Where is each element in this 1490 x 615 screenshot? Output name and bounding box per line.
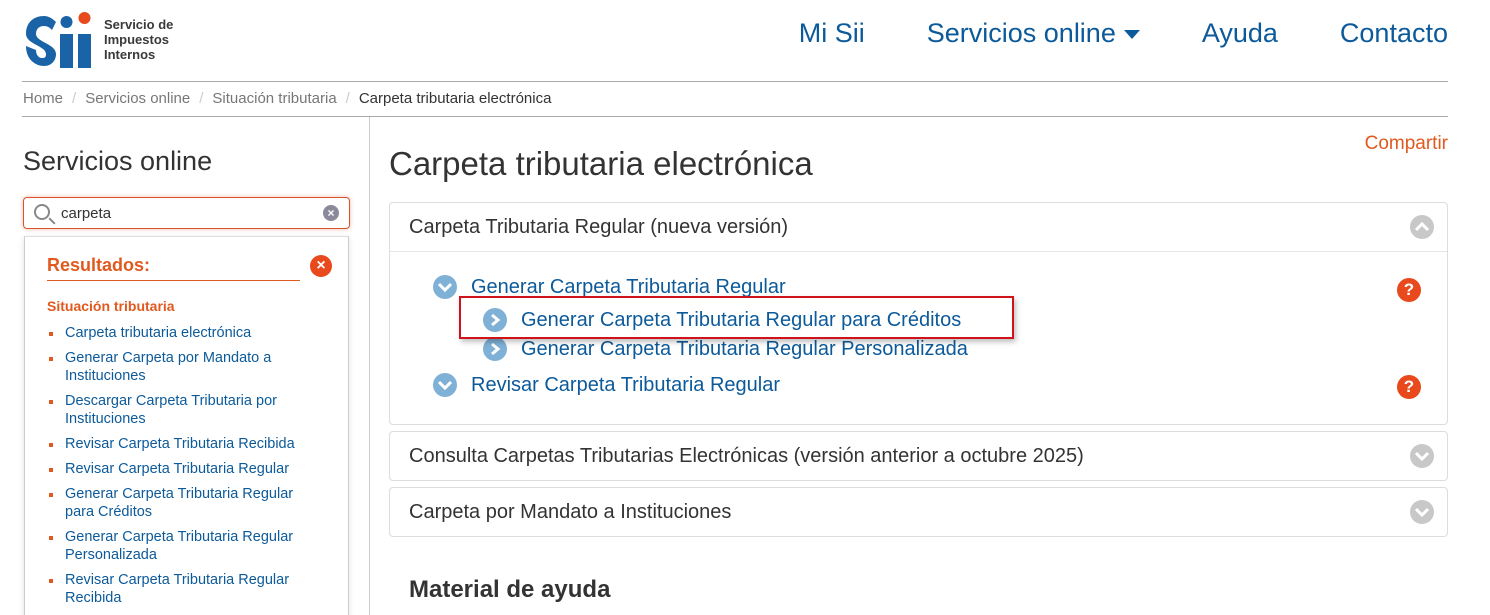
nav-mi-sii[interactable]: Mi Sii: [799, 18, 865, 49]
result-item[interactable]: Generar Carpeta Tributaria Regular Perso…: [47, 528, 307, 564]
material-heading: Material de ayuda: [409, 576, 611, 603]
breadcrumb-current: Carpeta tributaria electrónica: [358, 90, 552, 107]
share-link[interactable]: Compartir: [1365, 133, 1448, 155]
nav-mi-sii-label: Mi Sii: [798, 18, 865, 48]
result-item[interactable]: Descargar Carpeta Tributaria por Institu…: [47, 392, 307, 428]
breadcrumb-separator: /: [199, 90, 204, 107]
result-item[interactable]: Generar Carpeta Tributaria Regular para …: [47, 485, 307, 521]
breadcrumb-separator: /: [345, 90, 350, 107]
top-nav: Mi Sii Servicios online Ayuda Contacto: [799, 18, 1448, 49]
accordion-panel-mandato: Carpeta por Mandato a Instituciones: [389, 487, 1448, 537]
accordion-title: Consulta Carpetas Tributarias Electrónic…: [409, 444, 1084, 467]
logo-line-1: Servicio de: [104, 16, 174, 32]
close-results-icon[interactable]: ×: [310, 255, 332, 277]
sidebar-divider: [369, 117, 370, 615]
results-category: Situación tributaria: [47, 298, 175, 314]
sii-logo-text: Servicio de Impuestos Internos: [104, 17, 194, 62]
accordion-header-consulta[interactable]: Consulta Carpetas Tributarias Electrónic…: [390, 432, 1447, 480]
generar-personalizada-label: Generar Carpeta Tributaria Regular Perso…: [521, 337, 968, 360]
result-item[interactable]: Revisar Carpeta Tributaria Regular: [47, 460, 307, 478]
nav-servicios-online[interactable]: Servicios online: [927, 18, 1140, 49]
accordion-panel-consulta: Consulta Carpetas Tributarias Electrónic…: [389, 431, 1448, 481]
results-divider: [47, 280, 300, 281]
highlight-box: [459, 296, 1014, 339]
sidebar-title: Servicios online: [23, 146, 213, 176]
search-box: ×: [23, 197, 350, 229]
help-icon[interactable]: ?: [1397, 278, 1421, 302]
result-item[interactable]: Generar Carpeta por Mandato a Institucio…: [47, 349, 307, 385]
page-title: Carpeta tributaria electrónica: [389, 145, 813, 182]
chevron-right-icon: [483, 337, 507, 361]
nav-ayuda-label: Ayuda: [1201, 18, 1278, 48]
search-icon: [34, 204, 50, 220]
breadcrumb-servicios-online[interactable]: Servicios online: [85, 90, 190, 107]
header-divider: [22, 81, 1448, 82]
logo-line-3: Internos: [104, 46, 156, 62]
accordion-title: Carpeta Tributaria Regular (nueva versió…: [409, 215, 789, 238]
sii-logo-mark: [22, 8, 96, 70]
breadcrumb: Home / Servicios online / Situación tribut…: [23, 90, 551, 107]
nav-servicios-online-label: Servicios online: [926, 18, 1116, 48]
chevron-down-icon[interactable]: [1410, 500, 1434, 524]
chevron-down-icon[interactable]: [1410, 444, 1434, 468]
accordion-title: Carpeta por Mandato a Instituciones: [409, 500, 732, 523]
breadcrumb-situacion-tributaria[interactable]: Situación tributaria: [212, 90, 336, 107]
search-results-panel: Resultados: × Situación tributaria Carpe…: [24, 236, 349, 615]
caret-down-icon: [1123, 30, 1140, 39]
help-icon[interactable]: ?: [1397, 375, 1421, 399]
breadcrumb-separator: /: [72, 90, 77, 107]
chevron-down-icon: [433, 373, 457, 397]
results-list: Carpeta tributaria electrónica Generar C…: [47, 324, 307, 614]
results-title: Resultados:: [47, 255, 151, 275]
result-item[interactable]: Carpeta tributaria electrónica: [47, 324, 307, 342]
nav-contacto-label: Contacto: [1339, 18, 1448, 48]
nav-contacto[interactable]: Contacto: [1340, 18, 1448, 49]
sii-logo[interactable]: Servicio de Impuestos Internos: [22, 8, 194, 70]
logo-line-2: Impuestos: [104, 31, 170, 47]
breadcrumb-home[interactable]: Home: [23, 90, 63, 107]
result-item[interactable]: Revisar Carpeta Tributaria Recibida: [47, 435, 307, 453]
result-item[interactable]: Revisar Carpeta Tributaria Regular Recib…: [47, 571, 307, 607]
accordion-header-regular[interactable]: Carpeta Tributaria Regular (nueva versió…: [390, 203, 1447, 251]
nav-ayuda[interactable]: Ayuda: [1202, 18, 1278, 49]
generar-personalizada-link[interactable]: Generar Carpeta Tributaria Regular Perso…: [483, 337, 968, 361]
search-input[interactable]: [61, 203, 311, 223]
chevron-down-icon: [433, 275, 457, 299]
revisar-carpeta-label: Revisar Carpeta Tributaria Regular: [471, 373, 781, 396]
breadcrumb-divider: [22, 116, 1448, 117]
revisar-carpeta-item[interactable]: Revisar Carpeta Tributaria Regular: [433, 373, 780, 397]
clear-search-icon[interactable]: ×: [323, 205, 339, 221]
chevron-up-icon[interactable]: [1410, 215, 1434, 239]
accordion-header-mandato[interactable]: Carpeta por Mandato a Instituciones: [390, 488, 1447, 536]
